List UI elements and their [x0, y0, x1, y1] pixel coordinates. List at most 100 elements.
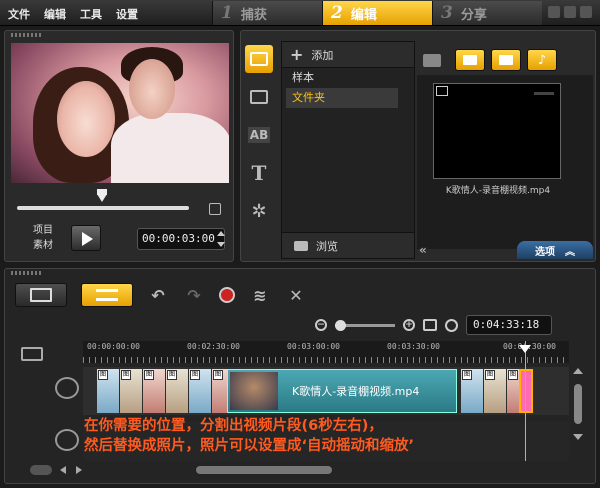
- photo-clip[interactable]: 图: [120, 369, 142, 413]
- scroll-left-icon[interactable]: [60, 466, 66, 474]
- clip-badge: 图: [485, 370, 495, 380]
- time-ruler[interactable]: 00:00:00:00 00:02:30:00 00:03:00:00 00:0…: [83, 341, 569, 363]
- minimize-icon[interactable]: [548, 6, 560, 18]
- step-capture[interactable]: 1 捕获: [212, 1, 322, 25]
- vertical-scrollbar[interactable]: [574, 384, 582, 424]
- step-label: 编辑: [350, 7, 377, 23]
- playhead-handle[interactable]: [519, 345, 531, 353]
- photo-clip[interactable]: 图: [97, 369, 119, 413]
- menu-file[interactable]: 文件: [8, 6, 30, 22]
- tab-title[interactable]: AB: [245, 121, 273, 149]
- caption-line-2: 然后替换成照片，照片可以设置成‘自动摇动和缩放’: [84, 438, 415, 454]
- filter-photo-button[interactable]: [491, 49, 521, 71]
- horizontal-scrollbar[interactable]: [196, 466, 332, 474]
- panel-grip-icon[interactable]: [11, 271, 41, 275]
- playhead-line: [525, 341, 526, 461]
- text-icon: T: [251, 161, 267, 185]
- collapse-library-icon[interactable]: «: [419, 243, 427, 257]
- storyboard-view-button[interactable]: [15, 283, 67, 307]
- overlay-track-icon[interactable]: [55, 429, 79, 451]
- library-tabs: AB T ✲: [245, 45, 277, 235]
- fit-project-icon[interactable]: [423, 319, 437, 331]
- scroll-down-icon[interactable]: [573, 434, 583, 440]
- filter-video-button[interactable]: [455, 49, 485, 71]
- timeline-icon: [96, 289, 118, 301]
- tab-text[interactable]: T: [245, 159, 273, 187]
- photo-clip[interactable]: 图: [166, 369, 188, 413]
- photo-clip[interactable]: 图: [461, 369, 483, 413]
- zoom-slider[interactable]: [335, 319, 395, 331]
- timeline-toolbar: ↶ ↷ ≋ ✕: [15, 283, 307, 307]
- photo-icon: [499, 55, 513, 65]
- media-icon: [250, 52, 268, 66]
- workflow-steps: 1 捕获 2 编辑 3 分享: [212, 1, 542, 25]
- panel-grip-icon[interactable]: [11, 33, 41, 37]
- tutorial-caption: 在你需要的位置，分割出视频片段(6秒左右)， 然后替换成照片，照片可以设置成‘自…: [84, 416, 524, 456]
- mode-clip[interactable]: 素材: [33, 238, 53, 253]
- record-icon[interactable]: [219, 287, 235, 303]
- step-share[interactable]: 3 分享: [432, 1, 542, 25]
- scroll-right-icon[interactable]: [76, 466, 82, 474]
- options-button[interactable]: 选项 ︽: [517, 241, 593, 259]
- play-mode-switch[interactable]: 项目 素材: [33, 223, 53, 253]
- options-label: 选项: [535, 246, 555, 258]
- menu-settings[interactable]: 设置: [116, 6, 138, 22]
- preview-panel: 项目 素材 00:00:03:00: [4, 30, 234, 262]
- play-button[interactable]: [71, 225, 101, 251]
- step-number: 1: [221, 3, 233, 23]
- photo-clip[interactable]: 图: [484, 369, 506, 413]
- tab-media[interactable]: [245, 45, 273, 73]
- close-icon[interactable]: [580, 6, 592, 18]
- library-toolbar: ♪: [423, 49, 557, 71]
- clip-badge: 图: [98, 370, 108, 380]
- top-bar: 文件 编辑 工具 设置 1 捕获 2 编辑 3 分享: [0, 0, 600, 26]
- music-note-icon: ♪: [537, 52, 547, 68]
- menu-edit[interactable]: 编辑: [44, 6, 66, 22]
- menu-tools[interactable]: 工具: [80, 6, 102, 22]
- step-edit[interactable]: 2 编辑: [322, 1, 432, 25]
- auto-music-icon[interactable]: ✕: [285, 286, 307, 305]
- timeline-view-button[interactable]: [81, 283, 133, 307]
- zoom-in-icon[interactable]: +: [403, 319, 415, 331]
- audio-wave-icon[interactable]: ≋: [249, 286, 271, 305]
- folder-item-sample[interactable]: 样本: [282, 68, 414, 88]
- browse-icon: [294, 240, 308, 251]
- timecode-spinner-icon[interactable]: [217, 231, 225, 247]
- photo-clip[interactable]: 图: [143, 369, 165, 413]
- track-manager-icon[interactable]: [21, 347, 43, 361]
- video-track-icon[interactable]: [55, 377, 79, 399]
- folder-list: + 添加 样本 文件夹 浏览: [281, 41, 415, 259]
- video-clip[interactable]: K歌情人-录音棚视频.mp4: [227, 369, 457, 413]
- scrub-bar[interactable]: [17, 206, 189, 210]
- browse-button[interactable]: 浏览: [282, 232, 414, 258]
- step-label: 分享: [460, 7, 487, 23]
- tab-graphics[interactable]: ✲: [245, 197, 273, 225]
- zoom-slider-handle[interactable]: [335, 319, 346, 331]
- add-track-button[interactable]: [30, 465, 52, 475]
- preview-timecode[interactable]: 00:00:03:00: [137, 228, 225, 250]
- filter-audio-button[interactable]: ♪: [527, 49, 557, 71]
- selected-split-clip[interactable]: [519, 369, 533, 413]
- add-folder-button[interactable]: + 添加: [282, 42, 414, 68]
- folder-icon[interactable]: [423, 53, 441, 67]
- zoom-out-icon[interactable]: −: [315, 319, 327, 331]
- step-number: 3: [441, 3, 453, 23]
- photo-clip[interactable]: 图: [189, 369, 211, 413]
- folder-item-folder[interactable]: 文件夹: [286, 88, 398, 108]
- enlarge-icon[interactable]: [209, 203, 221, 215]
- video-track[interactable]: 图 图 图 图 图 图 K歌情人-录音棚视频.mp4 图 图 图: [83, 367, 569, 415]
- scroll-up-icon[interactable]: [573, 368, 583, 374]
- caption-line-1: 在你需要的位置，分割出视频片段(6秒左右)，: [84, 418, 383, 434]
- maximize-icon[interactable]: [564, 6, 576, 18]
- tab-transition[interactable]: [245, 83, 273, 111]
- redo-icon[interactable]: ↷: [183, 286, 205, 305]
- video-clip-title: K歌情人-录音棚视频.mp4: [292, 385, 420, 398]
- undo-icon[interactable]: ↶: [147, 286, 169, 305]
- clip-badge: 图: [121, 370, 131, 380]
- film-icon: [30, 288, 52, 302]
- scrub-handle-pointer[interactable]: [97, 194, 107, 202]
- browse-label: 浏览: [316, 239, 338, 253]
- clip-badge: 图: [144, 370, 154, 380]
- mode-project[interactable]: 项目: [33, 223, 53, 238]
- media-thumbnail[interactable]: [433, 83, 561, 179]
